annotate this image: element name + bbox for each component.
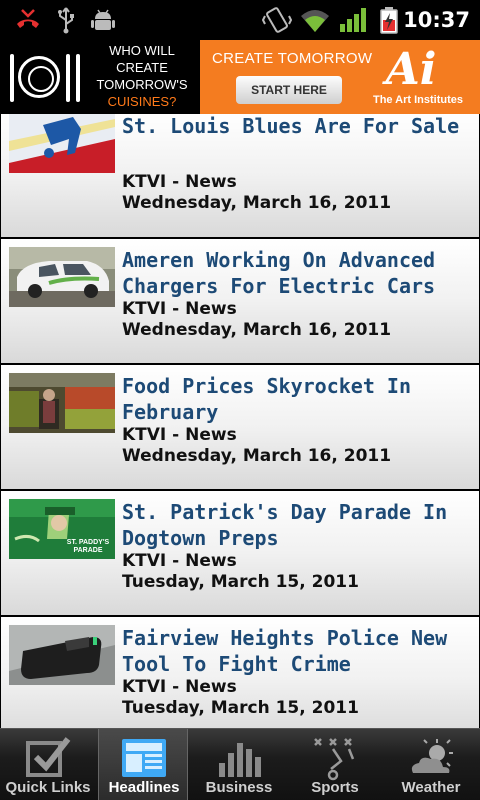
knife-icon [66, 54, 70, 102]
usb-icon [58, 7, 74, 34]
status-bar: 10:37 [0, 0, 480, 40]
spoon-icon [76, 54, 80, 102]
tab-label: Headlines [108, 779, 180, 796]
tab-label: Quick Links [5, 779, 91, 796]
headline-source: KTVI - News [122, 551, 237, 571]
produce-market-thumbnail [9, 373, 115, 433]
signal-icon [340, 8, 366, 32]
android-debug-icon [91, 9, 115, 30]
ad-line-1: WHO WILL [109, 43, 175, 58]
list-item[interactable]: Fairview Heights Police New Tool To Figh… [1, 617, 479, 728]
cloud-sun-icon [411, 739, 453, 773]
list-item[interactable]: Food Prices Skyrocket In February KTVI -… [1, 365, 479, 489]
headline-source: KTVI - News [122, 677, 237, 697]
tab-headlines[interactable]: Headlines [98, 729, 188, 800]
headline-date: Tuesday, March 15, 2011 [122, 698, 359, 718]
playbook-icon [314, 738, 355, 781]
headline-date: Wednesday, March 16, 2011 [122, 320, 392, 340]
wifi-icon [301, 10, 329, 32]
ad-highlight: CUISINES? [107, 94, 177, 109]
list-item[interactable]: ST. PADDY'S PARADE St. Patrick's Day Par… [1, 491, 479, 615]
ad-line-3: TOMORROW'S [96, 77, 188, 92]
headline-title[interactable]: Ameren Working On Advanced Chargers For … [122, 247, 474, 299]
police-device-thumbnail [9, 625, 115, 685]
headline-title[interactable]: St. Patrick's Day Parade In Dogtown Prep… [122, 499, 474, 551]
newspaper-icon [122, 739, 166, 777]
start-here-button[interactable]: START HERE [236, 76, 342, 104]
st-paddys-parade-thumbnail: ST. PADDY'S PARADE [9, 499, 115, 559]
ad-right-panel: CREATE TOMORROW START HERE Ai The Art In… [200, 40, 480, 114]
tab-label: Weather [401, 779, 461, 796]
tab-weather[interactable]: Weather [383, 729, 479, 800]
bottom-tab-bar: Quick Links Headlines Business Sports We… [0, 728, 480, 800]
art-institutes-logo: Ai [385, 44, 437, 95]
bar-chart-icon [219, 743, 261, 777]
tab-sports[interactable]: Sports [287, 729, 383, 800]
thumb-badge: ST. PADDY'S PARADE [66, 539, 110, 554]
ad-left-panel: WHO WILL CREATE TOMORROW'S CUISINES? [0, 40, 200, 114]
plate-icon [18, 56, 60, 98]
headline-source: KTVI - News [122, 299, 237, 319]
ad-left-copy: WHO WILL CREATE TOMORROW'S CUISINES? [86, 42, 198, 110]
headline-date: Wednesday, March 16, 2011 [122, 193, 392, 213]
missed-call-icon [17, 9, 39, 28]
tab-label: Business [205, 779, 273, 796]
ad-line-2: CREATE [116, 60, 168, 75]
ad-headline: CREATE TOMORROW [212, 50, 373, 67]
headline-date: Tuesday, March 15, 2011 [122, 572, 359, 592]
ad-banner[interactable]: WHO WILL CREATE TOMORROW'S CUISINES? CRE… [0, 40, 480, 114]
tab-label: Sports [311, 779, 359, 796]
headlines-list[interactable]: St. Louis Blues Are For Sale KTVI - News… [0, 114, 480, 728]
list-item[interactable]: St. Louis Blues Are For Sale KTVI - News… [1, 114, 479, 237]
headline-source: KTVI - News [122, 425, 237, 445]
battery-charging-icon [380, 7, 398, 34]
tab-business[interactable]: Business [191, 729, 287, 800]
headline-date: Wednesday, March 16, 2011 [122, 446, 392, 466]
blues-logo-thumbnail [9, 114, 115, 173]
status-clock: 10:37 [403, 8, 470, 32]
list-item[interactable]: Ameren Working On Advanced Chargers For … [1, 239, 479, 363]
art-institutes-logo-text: The Art Institutes [372, 94, 464, 106]
headline-title[interactable]: Food Prices Skyrocket In February [122, 373, 474, 425]
electric-car-thumbnail [9, 247, 115, 307]
headline-title[interactable]: St. Louis Blues Are For Sale [122, 114, 474, 139]
tab-quick-links[interactable]: Quick Links [0, 729, 96, 800]
headline-title[interactable]: Fairview Heights Police New Tool To Figh… [122, 625, 474, 677]
headline-source: KTVI - News [122, 172, 237, 192]
fork-icon [10, 54, 14, 102]
vibrate-icon [262, 7, 292, 33]
checkbox-icon [26, 737, 71, 777]
